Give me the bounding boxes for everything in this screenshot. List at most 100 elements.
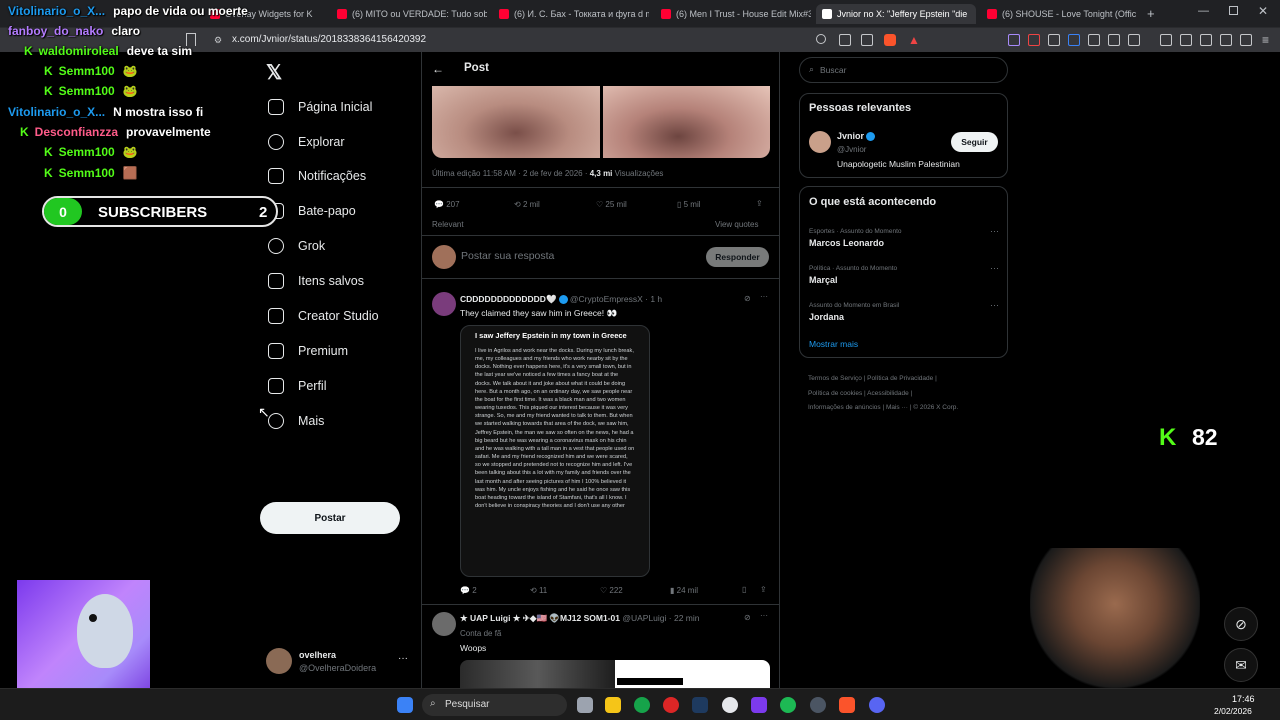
back-arrow-icon[interactable]: ← [432, 62, 444, 76]
show-more-link[interactable]: Mostrar mais [809, 339, 858, 349]
share-icon[interactable]: ⇪ [756, 199, 763, 208]
nav-item[interactable]: Mais [268, 407, 324, 435]
extension-icon[interactable] [1128, 34, 1140, 46]
browser-tab[interactable]: (6) И. С. Бах - Токката и фуга d mol [499, 4, 649, 24]
discord-icon[interactable] [869, 697, 885, 713]
grok-icon[interactable]: ⊘ [744, 613, 751, 622]
repost-stat[interactable]: ⟲ 2 mil [514, 200, 540, 209]
trend-more-icon[interactable]: ··· [990, 226, 999, 236]
browser-tab-active[interactable]: Jvnior no X: "Jeffery Epstein "die [816, 4, 976, 24]
footer-link[interactable]: Informações de anúncios [808, 404, 881, 411]
grok-float-icon[interactable]: ⊘ [1224, 607, 1258, 641]
nav-item[interactable]: Bate-papo [268, 197, 356, 225]
share-icon[interactable] [861, 34, 873, 46]
post-button[interactable]: Postar [260, 502, 400, 534]
nav-item[interactable]: Itens salvos [268, 267, 364, 295]
person-name[interactable]: Jvnior [837, 131, 876, 142]
nav-item[interactable]: Creator Studio [268, 302, 379, 330]
browser-tab[interactable]: (6) Men I Trust - House Edit Mix#3 [661, 4, 811, 24]
sort-dropdown[interactable]: Relevant [432, 220, 464, 229]
messages-float-icon[interactable]: ✉ [1224, 648, 1258, 682]
brave-icon[interactable] [839, 697, 855, 713]
cast-icon[interactable] [839, 34, 851, 46]
puzzle-icon[interactable] [1108, 34, 1120, 46]
extension-icon[interactable] [1088, 34, 1100, 46]
reply-media[interactable] [460, 660, 770, 688]
obs-icon[interactable] [722, 697, 738, 713]
bookmark-icon[interactable]: ▯ [742, 585, 746, 594]
nav-item[interactable]: Premium [268, 337, 348, 365]
account-avatar[interactable] [266, 648, 292, 674]
x-logo-icon[interactable]: 𝕏 [266, 60, 282, 85]
extension-icon[interactable] [1008, 34, 1020, 46]
reply-button[interactable]: Responder [706, 247, 769, 267]
start-icon[interactable] [397, 697, 413, 713]
trend-item[interactable]: Política · Assunto do Momento Marçal ··· [809, 263, 999, 285]
minimize-icon[interactable]: — [1198, 5, 1209, 17]
share-icon[interactable]: ⇪ [760, 585, 767, 594]
clock-date[interactable]: 2/02/2026 [1214, 706, 1252, 716]
spotify-icon[interactable] [780, 697, 796, 713]
reply-author-name[interactable]: ★ UAP Luigi ★ ✈◆🇺🇸 👽MJ12 SOM1-01 [460, 613, 620, 623]
trend-more-icon[interactable]: ··· [990, 263, 999, 273]
nav-item[interactable]: Explorar [268, 128, 345, 156]
file-explorer-icon[interactable] [605, 697, 621, 713]
follow-button[interactable]: Seguir [951, 132, 998, 152]
reply-avatar[interactable] [432, 292, 456, 316]
footer-link[interactable]: Termos de Serviço [808, 375, 862, 382]
maximize-icon[interactable] [1229, 6, 1238, 15]
reply-input[interactable]: Postar sua resposta [461, 250, 554, 262]
grok-icon[interactable]: ⊘ [744, 294, 751, 303]
sidebar-icon[interactable] [1180, 34, 1192, 46]
reply-author-name[interactable]: CDDDDDDDDDDDDD🤍 [460, 294, 557, 304]
reply-image[interactable]: I saw Jeffery Epstein in my town in Gree… [460, 325, 650, 577]
footer-link[interactable]: Acessibilidade [867, 390, 909, 397]
extension-icon[interactable] [1048, 34, 1060, 46]
account-name[interactable]: ovelhera [299, 650, 336, 660]
post-image[interactable] [432, 86, 600, 158]
close-window-icon[interactable]: ✕ [1258, 4, 1268, 18]
extension-icon[interactable] [1068, 34, 1080, 46]
browser-tab[interactable]: (6) SHOUSE - Love Tonight (Offic [987, 4, 1137, 24]
trend-item[interactable]: Assunto do Momento em Brasil Jordana ··· [809, 300, 999, 322]
browser-tab[interactable]: (6) MITO ou VERDADE: Tudo sobre o [337, 4, 487, 24]
footer-link[interactable]: Mais ··· [886, 404, 908, 411]
nav-item[interactable]: Grok [268, 232, 325, 260]
site-info-icon[interactable]: ⚙ [214, 35, 222, 46]
taskbar-search[interactable]: ⌕ Pesquisar [422, 694, 567, 716]
reply-stat[interactable]: 💬 207 [434, 200, 460, 209]
view-quotes-link[interactable]: View quotes [715, 220, 758, 229]
like-stat[interactable]: ♡ 25 mil [596, 200, 627, 209]
trend-more-icon[interactable]: ··· [990, 300, 999, 310]
account-more-icon[interactable]: ··· [398, 653, 408, 664]
task-view-icon[interactable] [577, 697, 593, 713]
browser-menu-icon[interactable]: ≡ [1262, 33, 1269, 47]
media-icon[interactable] [1160, 34, 1172, 46]
zoom-icon[interactable] [816, 34, 826, 44]
reply-avatar[interactable] [432, 612, 456, 636]
bookmark-stat[interactable]: ▯ 5 mil [677, 200, 701, 209]
repost-stat[interactable]: ⟲ 11 [530, 586, 547, 595]
reply-image[interactable] [460, 660, 615, 688]
trend-item[interactable]: Esportes · Assunto do Momento Marcos Leon… [809, 226, 999, 248]
views-stat[interactable]: ▮ 24 mil [670, 586, 698, 595]
leo-icon[interactable] [1220, 34, 1232, 46]
url-field[interactable]: x.com/Jvnior/status/2018338364156420392 [232, 34, 426, 45]
app-icon[interactable] [751, 697, 767, 713]
more-options-icon[interactable]: ··· [760, 611, 768, 620]
app-icon[interactable] [810, 697, 826, 713]
brave-shield-icon[interactable] [884, 34, 896, 46]
steam-icon[interactable] [692, 697, 708, 713]
new-tab-icon[interactable]: + [1147, 6, 1155, 21]
footer-link[interactable]: Política de Privacidade [867, 375, 933, 382]
vpn-icon[interactable] [1240, 34, 1252, 46]
reply-image[interactable] [615, 660, 770, 688]
post-media[interactable] [432, 86, 770, 158]
footer-link[interactable]: Política de cookies [808, 390, 862, 397]
brave-rewards-icon[interactable]: ▲ [908, 33, 920, 47]
more-options-icon[interactable]: ··· [760, 292, 768, 301]
opera-icon[interactable] [663, 697, 679, 713]
reply-stat[interactable]: 💬 2 [460, 586, 477, 595]
like-stat[interactable]: ♡ 222 [600, 586, 623, 595]
clock-time[interactable]: 17:46 [1232, 694, 1255, 704]
